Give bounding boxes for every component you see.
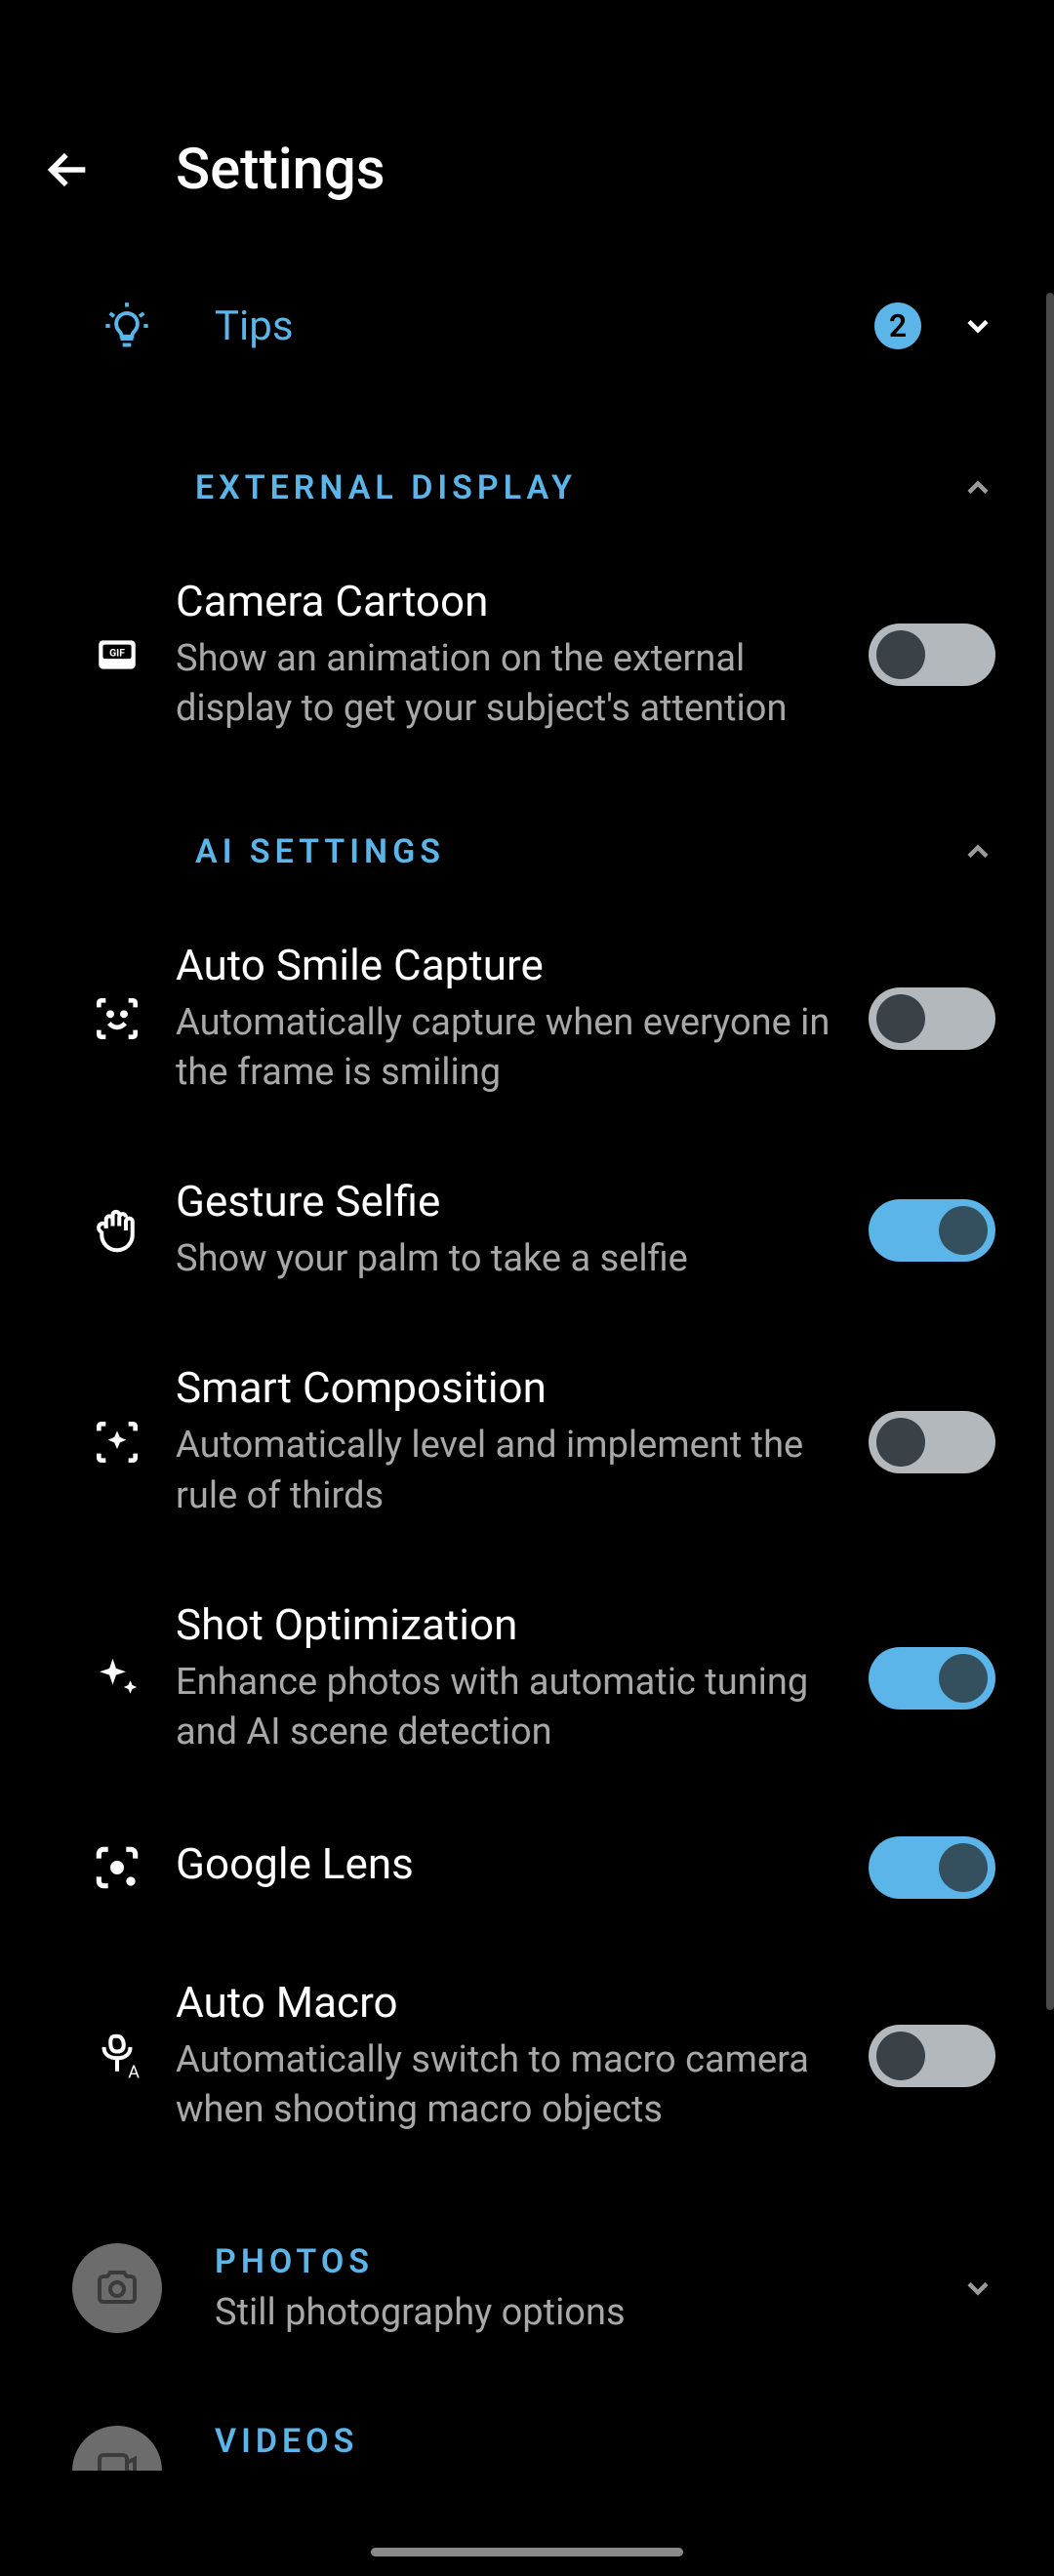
svg-text:A: A [128, 2062, 140, 2082]
page-title: Settings [176, 137, 385, 203]
section-header-external-display[interactable]: EXTERNAL DISPLAY [39, 410, 1015, 537]
google-lens-icon [59, 1840, 176, 1895]
svg-text:GIF: GIF [109, 647, 125, 660]
toggle-shot-optimization[interactable] [869, 1647, 995, 1710]
toggle-auto-smile[interactable] [869, 987, 995, 1050]
category-subtitle: Still photography options [215, 2291, 960, 2334]
smile-capture-icon [59, 991, 176, 1046]
setting-title: Google Lens [176, 1838, 839, 1889]
tips-row[interactable]: Tips 2 [39, 262, 1015, 410]
navigation-handle[interactable] [371, 2548, 683, 2556]
scrollbar[interactable] [1046, 293, 1054, 2010]
setting-subtitle: Automatically switch to macro camera whe… [176, 2035, 839, 2136]
setting-row-google-lens[interactable]: Google Lens [39, 1797, 1015, 1938]
setting-row-gesture-selfie[interactable]: Gesture Selfie Show your palm to take a … [39, 1137, 1015, 1323]
setting-title: Gesture Selfie [176, 1176, 839, 1227]
chevron-up-icon [960, 470, 995, 505]
video-icon [72, 2426, 162, 2471]
setting-title: Auto Smile Capture [176, 940, 839, 990]
setting-title: Camera Cartoon [176, 576, 839, 626]
setting-subtitle: Automatically capture when everyone in t… [176, 998, 839, 1099]
macro-flower-icon: A [59, 2030, 176, 2082]
header: Settings [0, 137, 1054, 262]
composition-icon [59, 1415, 176, 1469]
toggle-google-lens[interactable] [869, 1836, 995, 1899]
chevron-down-icon [960, 2271, 995, 2306]
tips-badge: 2 [874, 302, 921, 349]
chevron-up-icon [960, 834, 995, 869]
section-header-ai-settings[interactable]: AI SETTINGS [39, 774, 1015, 901]
section-title: AI SETTINGS [195, 832, 445, 871]
lightbulb-icon [98, 301, 156, 351]
setting-title: Smart Composition [176, 1362, 839, 1413]
toggle-gesture-selfie[interactable] [869, 1199, 995, 1262]
toggle-camera-cartoon[interactable] [869, 624, 995, 686]
toggle-smart-composition[interactable] [869, 1411, 995, 1473]
section-title: EXTERNAL DISPLAY [195, 468, 577, 507]
toggle-auto-macro[interactable] [869, 2025, 995, 2087]
sparkle-icon [59, 1652, 176, 1705]
category-title: PHOTOS [215, 2242, 960, 2281]
arrow-left-icon [43, 144, 94, 195]
setting-subtitle: Show your palm to take a selfie [176, 1234, 839, 1284]
setting-row-camera-cartoon[interactable]: GIF Camera Cartoon Show an animation on … [39, 537, 1015, 774]
category-row-videos[interactable]: VIDEOS [39, 2402, 1015, 2471]
back-button[interactable] [39, 141, 98, 199]
setting-row-shot-optimization[interactable]: Shot Optimization Enhance photos with au… [39, 1560, 1015, 1797]
setting-title: Shot Optimization [176, 1599, 839, 1650]
chevron-down-icon [960, 308, 995, 343]
setting-row-smart-composition[interactable]: Smart Composition Automatically level an… [39, 1323, 1015, 1560]
gif-icon: GIF [59, 630, 176, 679]
setting-row-auto-smile[interactable]: Auto Smile Capture Automatically capture… [39, 901, 1015, 1138]
category-row-photos[interactable]: PHOTOS Still photography options [39, 2203, 1015, 2373]
setting-title: Auto Macro [176, 1977, 839, 2028]
setting-subtitle: Show an animation on the external displa… [176, 634, 839, 735]
setting-subtitle: Automatically level and implement the ru… [176, 1421, 839, 1521]
setting-subtitle: Enhance photos with automatic tuning and… [176, 1658, 839, 1758]
setting-row-auto-macro[interactable]: A Auto Macro Automatically switch to mac… [39, 1938, 1015, 2175]
hand-icon [59, 1204, 176, 1257]
camera-icon [72, 2243, 162, 2333]
tips-label: Tips [215, 302, 874, 350]
category-title: VIDEOS [215, 2422, 995, 2461]
